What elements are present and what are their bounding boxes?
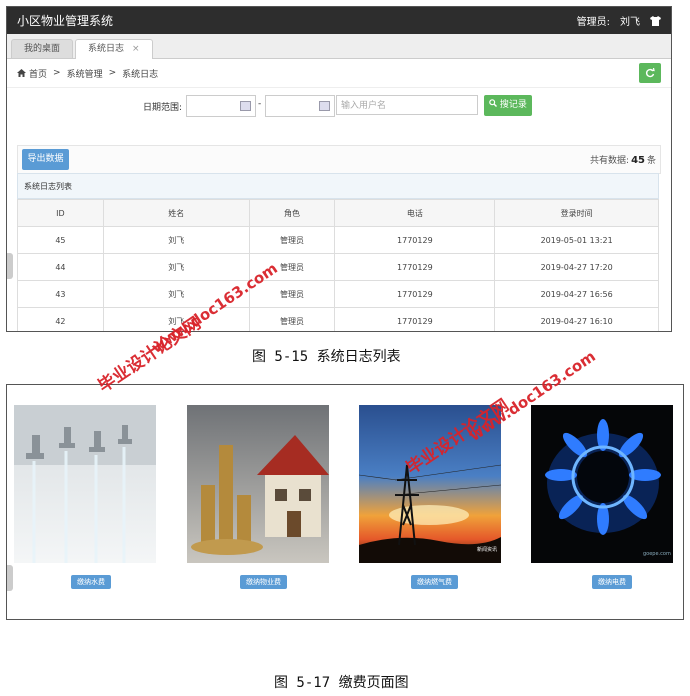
column-header[interactable]: ID xyxy=(17,199,104,227)
photo-credit: goepe.com xyxy=(643,551,671,557)
column-header[interactable]: 姓名 xyxy=(102,199,250,227)
table-cell: 2019-04-27 17:20 xyxy=(494,253,659,281)
export-button[interactable]: 导出数据 xyxy=(22,149,69,170)
calendar-icon[interactable] xyxy=(240,101,251,111)
app-title: 小区物业管理系统 xyxy=(17,14,114,28)
log-screenshot: 小区物业管理系统 管理员: 刘飞 我的桌面 系统日志 × 首页 > 系统管理 > … xyxy=(6,6,672,332)
payment-screenshot: 缴纳水费 缴纳物业费 新闻资讯 缴纳燃气费 goepe.com 缴纳电费 xyxy=(6,384,684,620)
gas-flame-image: goepe.com xyxy=(531,405,673,563)
figure-caption-2: 图 5-17 缴费页面图 xyxy=(274,675,409,691)
column-header[interactable]: 电话 xyxy=(334,199,496,227)
table-cell: 42 xyxy=(17,307,104,331)
home-icon xyxy=(17,69,26,77)
tab-my-desktop[interactable]: 我的桌面 xyxy=(11,39,74,58)
table-header-row: ID 姓名 角色 电话 登录时间 xyxy=(17,199,659,227)
table-cell: 2019-05-01 13:21 xyxy=(494,226,659,254)
column-header[interactable]: 登录时间 xyxy=(494,199,659,227)
table-cell: 1770129 xyxy=(334,226,496,254)
filter-bar: 日期范围: - 输入用户名 搜记录 xyxy=(7,88,671,122)
table-cell: 1770129 xyxy=(334,280,496,308)
table-cell: 2019-04-27 16:56 xyxy=(494,280,659,308)
column-header[interactable]: 角色 xyxy=(248,199,336,227)
date-range-label: 日期范围: xyxy=(143,103,183,113)
table-cell: 管理员 xyxy=(248,226,336,254)
shirt-icon[interactable] xyxy=(650,15,661,26)
pay-water-button[interactable]: 缴纳水费 xyxy=(71,575,111,589)
figure-caption-1: 图 5-15 系统日志列表 xyxy=(252,349,401,365)
water-faucets-image xyxy=(14,405,156,563)
record-total: 共有数据: 45 条 xyxy=(590,155,656,166)
search-icon xyxy=(489,99,498,107)
table-cell: 1770129 xyxy=(334,307,496,331)
table-cell: 2019-04-27 16:10 xyxy=(494,307,659,331)
table-cell: 43 xyxy=(17,280,104,308)
breadcrumb-system[interactable]: 系统管理 xyxy=(67,67,103,80)
electric-fee-card: goepe.com xyxy=(531,405,673,563)
pay-gas-button[interactable]: 缴纳燃气费 xyxy=(411,575,458,589)
breadcrumb-home[interactable]: 首页 xyxy=(29,67,47,80)
admin-name[interactable]: 刘飞 xyxy=(620,13,640,28)
start-date-input[interactable] xyxy=(186,95,256,117)
admin-label: 管理员: xyxy=(576,17,610,28)
property-fee-card xyxy=(187,405,329,563)
table-cell: 管理员 xyxy=(248,307,336,331)
tab-system-log[interactable]: 系统日志 × xyxy=(75,39,153,59)
table-cell: 45 xyxy=(17,226,104,254)
side-collapse-handle[interactable] xyxy=(7,565,13,591)
table-row[interactable]: 44 刘飞 管理员 1770129 2019-04-27 17:20 xyxy=(17,253,659,281)
pay-electric-button[interactable]: 缴纳电费 xyxy=(592,575,632,589)
water-fee-card xyxy=(14,405,156,563)
breadcrumb: 首页 > 系统管理 > 系统日志 xyxy=(7,59,671,88)
end-date-input[interactable] xyxy=(265,95,335,117)
table-cell: 1770129 xyxy=(334,253,496,281)
calendar-icon[interactable] xyxy=(319,101,330,111)
refresh-icon xyxy=(645,67,655,78)
table-row[interactable]: 42 刘飞 管理员 1770129 2019-04-27 16:10 xyxy=(17,307,659,331)
table-toolbar: 导出数据 共有数据: 45 条 xyxy=(17,145,661,174)
top-bar: 小区物业管理系统 管理员: 刘飞 xyxy=(7,7,671,34)
pay-property-button[interactable]: 缴纳物业费 xyxy=(240,575,287,589)
house-and-coins-image xyxy=(187,405,329,563)
table-row[interactable]: 45 刘飞 管理员 1770129 2019-05-01 13:21 xyxy=(17,226,659,254)
refresh-button[interactable] xyxy=(639,63,661,83)
tab-bar: 我的桌面 系统日志 × xyxy=(7,34,671,59)
side-collapse-handle[interactable] xyxy=(7,253,13,279)
table-cell: 刘飞 xyxy=(102,253,250,281)
list-title: 系统日志列表 xyxy=(17,173,659,199)
breadcrumb-log: 系统日志 xyxy=(122,69,159,80)
table-cell: 刘飞 xyxy=(102,226,250,254)
close-icon[interactable]: × xyxy=(132,44,140,54)
search-button[interactable]: 搜记录 xyxy=(484,95,532,116)
table-cell: 44 xyxy=(17,253,104,281)
log-table: ID 姓名 角色 电话 登录时间 45 刘飞 管理员 1770129 2019-… xyxy=(17,199,659,331)
photo-credit: 新闻资讯 xyxy=(477,546,497,553)
table-row[interactable]: 43 刘飞 管理员 1770129 2019-04-27 16:56 xyxy=(17,280,659,308)
username-input[interactable]: 输入用户名 xyxy=(336,95,478,115)
